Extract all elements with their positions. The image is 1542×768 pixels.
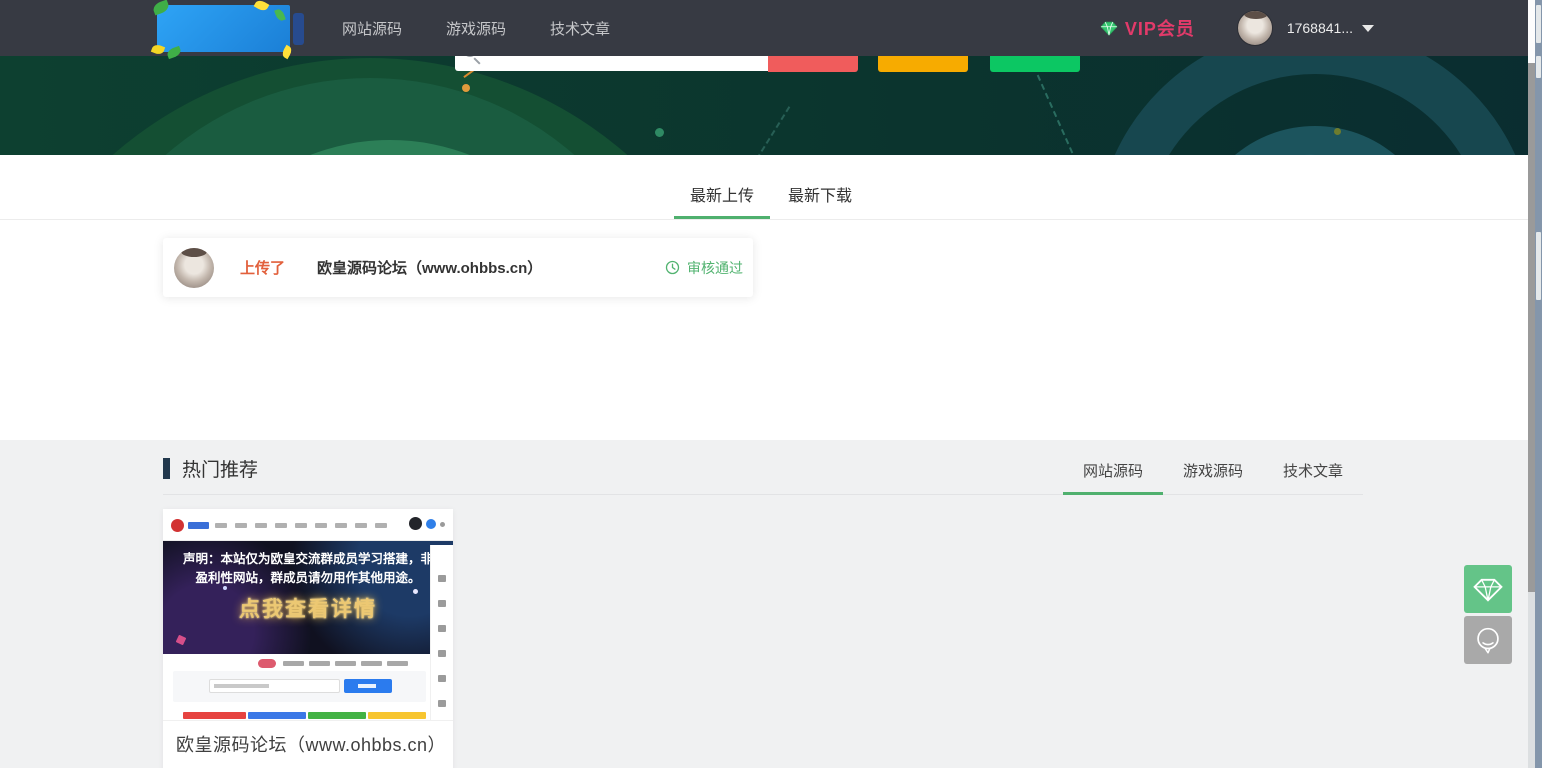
scrollbar-track[interactable] bbox=[1528, 0, 1535, 63]
latest-tabs-bar: 最新上传 最新下载 bbox=[0, 155, 1542, 220]
site-logo[interactable] bbox=[157, 5, 290, 52]
thumb-side-toolbar bbox=[430, 545, 453, 721]
tab-latest-upload[interactable]: 最新上传 bbox=[674, 182, 770, 219]
top-navbar: 网站源码 游戏源码 技术文章 VIP会员 1768841... bbox=[0, 0, 1542, 56]
thumb-banner: 声明：本站仅为欧皇交流群成员学习搭建，非盈利性网站，群成员请勿用作其他用途。 点… bbox=[163, 541, 453, 654]
thumb-banner-cta: 点我查看详情 bbox=[163, 593, 453, 623]
card-title[interactable]: 欧皇源码论坛（www.ohbbs.cn） bbox=[176, 731, 440, 757]
vip-member-link[interactable]: VIP会员 bbox=[1099, 15, 1195, 41]
resource-thumbnail[interactable]: 声明：本站仅为欧皇交流群成员学习搭建，非盈利性网站，群成员请勿用作其他用途。 点… bbox=[163, 509, 453, 721]
vertical-scrollbar[interactable] bbox=[1528, 0, 1535, 768]
thumb-links-row bbox=[163, 656, 453, 671]
feed-action-label: 上传了 bbox=[240, 257, 285, 278]
hero-orange-button[interactable] bbox=[878, 56, 968, 72]
title-accent-bar bbox=[163, 458, 170, 479]
hero-banner bbox=[0, 56, 1542, 155]
username[interactable]: 1768841... bbox=[1287, 20, 1353, 36]
clock-icon bbox=[665, 260, 680, 275]
search-input[interactable] bbox=[455, 56, 768, 71]
feed-item-row[interactable]: 上传了 欧皇源码论坛（www.ohbbs.cn） 审核通过 bbox=[163, 238, 753, 297]
section-title: 热门推荐 bbox=[182, 455, 258, 482]
status-text: 审核通过 bbox=[687, 258, 743, 278]
nav-item-game-source[interactable]: 游戏源码 bbox=[446, 18, 506, 39]
thumb-banner-text: 声明：本站仅为欧皇交流群成员学习搭建，非盈利性网站，群成员请勿用作其他用途。 bbox=[180, 550, 436, 588]
hot-recommend-section: 热门推荐 网站源码 游戏源码 技术文章 bbox=[0, 440, 1542, 768]
feed-item-title[interactable]: 欧皇源码论坛（www.ohbbs.cn） bbox=[317, 257, 665, 278]
window-edge-strip bbox=[1535, 0, 1542, 768]
user-avatar[interactable] bbox=[1237, 10, 1273, 46]
status-badge: 审核通过 bbox=[665, 258, 743, 278]
tab-latest-download[interactable]: 最新下载 bbox=[772, 182, 868, 219]
chevron-down-icon[interactable] bbox=[1362, 25, 1374, 32]
hero-dash-decoration bbox=[756, 106, 791, 155]
logo-letter-fragment bbox=[293, 13, 304, 45]
hot-tab-game[interactable]: 游戏源码 bbox=[1163, 460, 1263, 494]
gem-icon bbox=[1099, 18, 1119, 38]
gem-icon bbox=[1471, 572, 1505, 606]
hero-dot-decoration bbox=[462, 84, 470, 92]
search-bar bbox=[455, 56, 1080, 72]
resource-card[interactable]: 声明：本站仅为欧皇交流群成员学习搭建，非盈利性网站，群成员请勿用作其他用途。 点… bbox=[163, 509, 453, 768]
latest-section: 最新上传 最新下载 上传了 欧皇源码论坛（www.ohbbs.cn） 审核通过 bbox=[0, 155, 1542, 440]
nav-item-tech-article[interactable]: 技术文章 bbox=[550, 18, 610, 39]
hero-green-button[interactable] bbox=[990, 56, 1080, 72]
vip-label: VIP会员 bbox=[1125, 15, 1195, 41]
hot-tab-website[interactable]: 网站源码 bbox=[1063, 460, 1163, 494]
page: 最新上传 最新下载 上传了 欧皇源码论坛（www.ohbbs.cn） 审核通过 bbox=[0, 0, 1542, 768]
scrollbar-thumb[interactable] bbox=[1528, 63, 1535, 592]
thumb-search-panel bbox=[173, 671, 426, 702]
floating-toolbar bbox=[1464, 565, 1512, 664]
hero-dot-decoration bbox=[655, 128, 664, 137]
nav-item-website-source[interactable]: 网站源码 bbox=[342, 18, 402, 39]
hero-dot-decoration bbox=[1334, 128, 1341, 135]
hot-header: 热门推荐 网站源码 游戏源码 技术文章 bbox=[163, 440, 1363, 495]
hot-tab-article[interactable]: 技术文章 bbox=[1263, 460, 1363, 494]
uploader-avatar bbox=[174, 248, 214, 288]
thumb-mini-navbar bbox=[163, 509, 453, 541]
search-button[interactable] bbox=[768, 56, 858, 72]
chat-bubble-icon bbox=[1471, 623, 1505, 657]
chat-float-button[interactable] bbox=[1464, 616, 1512, 664]
vip-float-button[interactable] bbox=[1464, 565, 1512, 613]
